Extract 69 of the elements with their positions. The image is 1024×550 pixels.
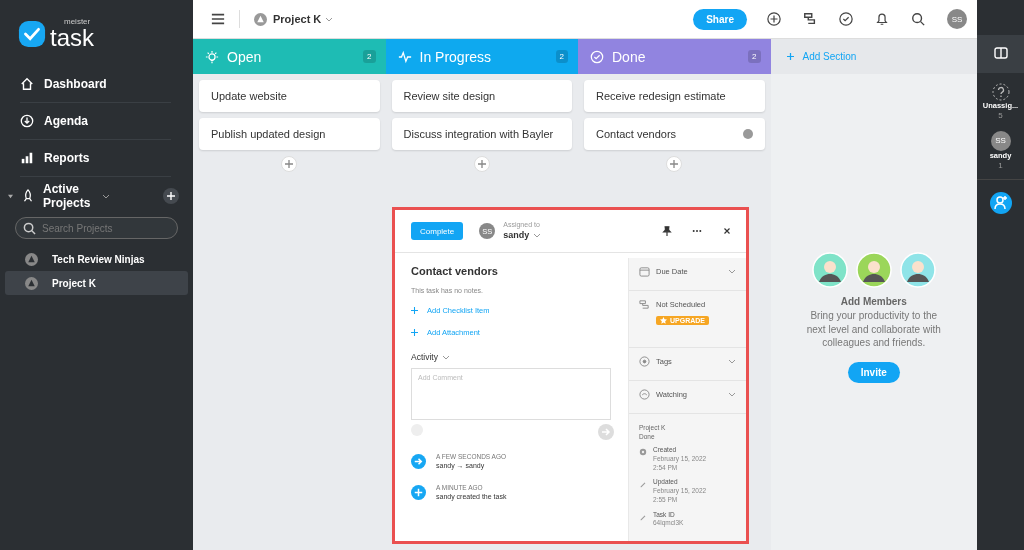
nav-item[interactable]: Dashboard bbox=[20, 66, 171, 103]
member-avatar: SS bbox=[990, 131, 1011, 152]
logo-icon bbox=[18, 20, 46, 48]
task-card[interactable]: Receive redesign estimate bbox=[584, 80, 765, 112]
nav-icon bbox=[20, 77, 34, 91]
task-card[interactable]: Contact vendors bbox=[584, 118, 765, 150]
brand-name: task bbox=[50, 26, 94, 50]
unassigned-icon bbox=[991, 83, 1010, 101]
section-title[interactable]: Active Projects bbox=[43, 182, 91, 210]
nav-icon bbox=[20, 114, 34, 128]
task-card[interactable]: Update website bbox=[199, 80, 380, 112]
activity-icon bbox=[411, 484, 426, 500]
search-icon bbox=[23, 222, 36, 235]
section-icon bbox=[205, 49, 219, 64]
info-icon bbox=[639, 448, 647, 456]
task-card[interactable]: Review site design bbox=[391, 80, 572, 112]
nav-item[interactable]: Reports bbox=[20, 140, 171, 177]
section-icon bbox=[397, 49, 412, 64]
section-header: In Progress 2 bbox=[385, 39, 578, 74]
pin-icon[interactable] bbox=[662, 226, 672, 236]
search-icon[interactable] bbox=[911, 12, 925, 26]
project-title[interactable]: Project K bbox=[273, 13, 322, 25]
field-icon bbox=[639, 266, 650, 277]
close-icon[interactable] bbox=[722, 226, 732, 236]
project-icon bbox=[25, 276, 38, 290]
task-card[interactable]: Discuss integration with Bayler bbox=[391, 118, 572, 150]
activity-dropdown[interactable]: Activity bbox=[411, 352, 438, 362]
search-field[interactable]: Search Projects bbox=[15, 217, 178, 239]
field-icon bbox=[639, 389, 650, 400]
assignee-dropdown[interactable]: sandy bbox=[503, 229, 530, 241]
user-avatar[interactable]: SS bbox=[947, 9, 967, 29]
field-icon bbox=[639, 356, 650, 367]
project-item[interactable]: Tech Review Ninjas bbox=[5, 247, 188, 271]
chevron-icon[interactable] bbox=[325, 16, 334, 22]
nav-icon bbox=[20, 151, 34, 165]
plus-icon[interactable] bbox=[411, 329, 418, 336]
filter-icon[interactable] bbox=[803, 12, 817, 26]
chevron-icon bbox=[728, 359, 736, 364]
section-header: Done 2 bbox=[578, 39, 771, 74]
info-icon bbox=[639, 480, 647, 489]
project-icon bbox=[254, 12, 267, 26]
brand-tagline: meister bbox=[64, 18, 92, 26]
members-title: Add Members bbox=[840, 296, 907, 307]
chevron-icon[interactable] bbox=[533, 232, 542, 238]
add-member-button[interactable] bbox=[989, 192, 1012, 215]
rocket-icon bbox=[21, 189, 35, 203]
chevron-icon[interactable] bbox=[102, 193, 111, 199]
chevron-icon bbox=[728, 269, 736, 274]
panel-toggle-icon[interactable] bbox=[993, 47, 1008, 59]
project-icon bbox=[25, 252, 38, 266]
nav-item[interactable]: Agenda bbox=[20, 103, 171, 140]
check-icon[interactable] bbox=[839, 12, 853, 26]
task-card[interactable]: Publish updated design bbox=[199, 118, 380, 150]
add-icon[interactable] bbox=[767, 12, 781, 26]
add-project-button[interactable] bbox=[163, 188, 179, 204]
project-item[interactable]: Project K bbox=[5, 271, 188, 295]
activity-icon bbox=[411, 453, 426, 469]
members-description: Bring your productivity to the next level and collaborate with colleagues and friends. bbox=[805, 309, 942, 350]
expand-icon[interactable] bbox=[8, 193, 13, 199]
notification-icon[interactable] bbox=[875, 12, 889, 26]
info-icon bbox=[639, 512, 647, 521]
plus-icon[interactable] bbox=[411, 307, 418, 314]
field-icon bbox=[639, 299, 650, 310]
chevron-icon[interactable] bbox=[441, 354, 450, 360]
section-header: Open 2 bbox=[193, 39, 386, 74]
task-title: Contact vendors bbox=[411, 265, 498, 277]
section-icon bbox=[590, 49, 604, 64]
chevron-icon bbox=[728, 392, 736, 397]
menu-icon[interactable] bbox=[211, 12, 225, 26]
